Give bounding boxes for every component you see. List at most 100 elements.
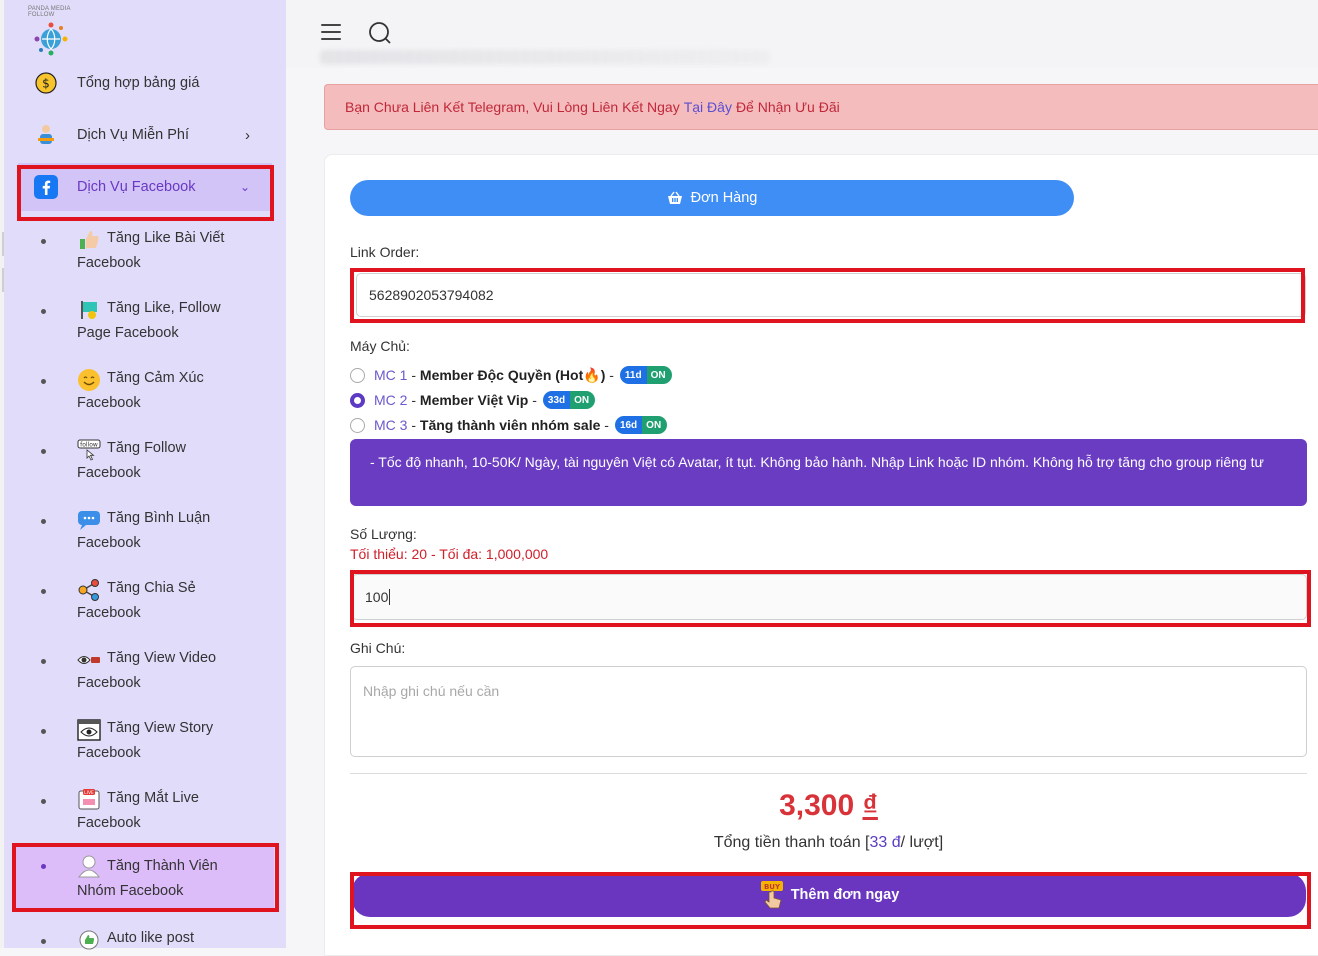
sidebar-subitem-like-post[interactable]: Tăng Like Bài Viết Facebook [12, 230, 274, 292]
sidebar-subitem-auto-like[interactable]: Auto like post [12, 930, 274, 950]
emoji-icon [77, 368, 101, 392]
svg-text:LIVE: LIVE [84, 790, 94, 796]
auto-like-icon [77, 928, 101, 952]
server-code: MC 3 [374, 417, 408, 433]
radio-button-selected[interactable] [350, 392, 365, 408]
live-icon: LIVE [77, 788, 101, 812]
add-order-button[interactable]: BUY Thêm đơn ngay [352, 873, 1306, 917]
eye-icon [77, 648, 101, 672]
subitem-label-line1: Tăng Like Bài Viết [107, 230, 225, 246]
quantity-limits: Tối thiểu: 20 - Tối đa: 1,000,000 [350, 546, 549, 562]
bullet [41, 379, 46, 384]
sidebar-subitem-group-member[interactable]: Tăng Thành Viên Nhóm Facebook [12, 846, 274, 910]
total-prefix: Tổng tiền thanh toán [ [713, 834, 870, 851]
logo-text: PANDA MEDIA FOLLOW [28, 6, 71, 18]
status-badge: 16d ON [614, 416, 668, 434]
bullet [41, 239, 46, 244]
price-currency: ₫ [862, 789, 878, 822]
logo[interactable]: PANDA MEDIA FOLLOW [28, 6, 78, 58]
sidebar-item-free-service[interactable]: Dịch Vụ Miễn Phí › [18, 111, 272, 159]
share-icon [77, 578, 101, 602]
price-value: 3,300 [779, 789, 855, 822]
subitem-label-line2: Facebook [77, 815, 141, 831]
subitem-label-line2: Page Facebook [77, 325, 179, 341]
quantity-value: 100 [365, 589, 389, 605]
comment-icon [77, 508, 101, 532]
subitem-label-line2: Facebook [77, 745, 141, 761]
total-suffix: / lượt] [900, 834, 944, 851]
sidebar-item-price-list[interactable]: $ Tổng hợp bảng giá [18, 59, 272, 107]
thumbs-up-icon [77, 228, 101, 252]
search-icon[interactable] [368, 21, 392, 45]
bullet [41, 449, 46, 454]
alert-text: Bạn Chưa Liên Kết Telegram, Vui Lòng Liê… [345, 99, 680, 115]
buy-hand-icon: BUY [759, 880, 785, 910]
sidebar-subitem-view-video[interactable]: Tăng View Video Facebook [12, 650, 274, 712]
subitem-label-line2: Nhóm Facebook [77, 883, 184, 899]
status-badge: 11d ON [619, 366, 672, 384]
text-cursor [389, 589, 391, 605]
sidebar-subitem-reaction[interactable]: Tăng Cảm Xúc Facebook [12, 368, 274, 432]
server-name: Tăng thành viên nhóm sale [419, 417, 601, 433]
badge-days: 33d [542, 391, 571, 409]
blurred-breadcrumb [320, 50, 770, 64]
server-description: - Tốc độ nhanh, 10-50K/ Ngày, tài nguyên… [350, 439, 1307, 506]
sidebar-item-label: Tổng hợp bảng giá [77, 75, 200, 91]
free-service-icon [34, 123, 58, 147]
note-textarea[interactable]: Nhập ghi chú nếu cần [350, 666, 1307, 757]
subitem-label-line1: Tăng Like, Follow [107, 300, 221, 316]
hamburger-menu-icon[interactable] [321, 24, 341, 42]
server-code: MC 1 [374, 367, 408, 383]
subitem-label-line2: Facebook [77, 535, 141, 551]
bullet [41, 729, 46, 734]
sidebar-subitem-comment[interactable]: Tăng Bình Luận Facebook [12, 510, 274, 572]
server-option-mc2[interactable]: MC 2 - Member Việt Vip - 33d ON [350, 389, 596, 411]
note-label: Ghi Chú: [350, 640, 406, 656]
quantity-input[interactable]: 100 [352, 574, 1307, 620]
sidebar-item-label: Dịch Vụ Miễn Phí [77, 127, 190, 143]
order-tab-label: Đơn Hàng [690, 190, 758, 206]
sidebar-subitem-view-story[interactable]: Tăng View Story Facebook [12, 719, 274, 782]
bullet [41, 864, 46, 869]
server-option-mc1[interactable]: MC 1 - Member Độc Quyền (Hot🔥) - 11d ON [350, 364, 672, 386]
svg-text:BUY: BUY [764, 883, 781, 891]
svg-text:$: $ [42, 77, 50, 91]
basket-icon [667, 191, 683, 205]
globe-logo-icon [34, 22, 68, 56]
sidebar-subitem-share[interactable]: Tăng Chia Sẻ Facebook [12, 578, 274, 642]
sidebar-scrollbar[interactable] [0, 0, 4, 948]
subitem-label-line1: Tăng Bình Luận [107, 510, 211, 526]
sidebar-item-label: Dịch Vụ Facebook [77, 179, 196, 195]
server-label: Máy Chủ: [350, 338, 410, 354]
subitem-label-line1: Tăng Cảm Xúc [107, 370, 204, 386]
badge-status: ON [646, 366, 672, 384]
scroll-tick [2, 232, 4, 256]
subitem-label-line2: Facebook [77, 605, 141, 621]
chevron-down-icon: ⌄ [239, 180, 250, 194]
sidebar-subitem-follow[interactable]: follow Tăng Follow Facebook [12, 439, 274, 502]
alert-link[interactable]: Tại Đây [684, 99, 732, 115]
radio-button[interactable] [350, 417, 365, 433]
sidebar: PANDA MEDIA FOLLOW $ Tổng hợp bảng giá D… [0, 0, 286, 950]
server-code: MC 2 [374, 392, 408, 408]
badge-status: ON [570, 391, 596, 409]
sidebar-subitem-like-follow-page[interactable]: Tăng Like, Follow Page Facebook [12, 300, 274, 362]
bullet [41, 799, 46, 804]
bullet [41, 519, 46, 524]
subitem-label-line1: Auto like post [107, 930, 195, 946]
unit-price: 33 đ [869, 834, 901, 851]
link-order-input[interactable]: 5628902053794082 [356, 273, 1306, 317]
badge-status: ON [642, 416, 668, 434]
server-option-mc3[interactable]: MC 3 - Tăng thành viên nhóm sale - 16d ON [350, 414, 668, 436]
add-order-label: Thêm đơn ngay [790, 887, 900, 903]
order-tab-button[interactable]: Đơn Hàng [350, 180, 1074, 216]
subitem-label-line1: Tăng View Story [107, 720, 214, 736]
subitem-label-line2: Facebook [77, 675, 141, 691]
sidebar-subitem-live-view[interactable]: LIVE Tăng Mắt Live Facebook [12, 788, 274, 852]
radio-button[interactable] [350, 367, 365, 383]
svg-text:follow: follow [80, 442, 98, 449]
sidebar-item-facebook-service[interactable]: Dịch Vụ Facebook ⌄ [18, 163, 272, 211]
subitem-label-line1: Tăng Mắt Live [107, 790, 199, 806]
server-name: Member Độc Quyền (Hot🔥) [419, 366, 606, 383]
scroll-tick [2, 268, 4, 292]
